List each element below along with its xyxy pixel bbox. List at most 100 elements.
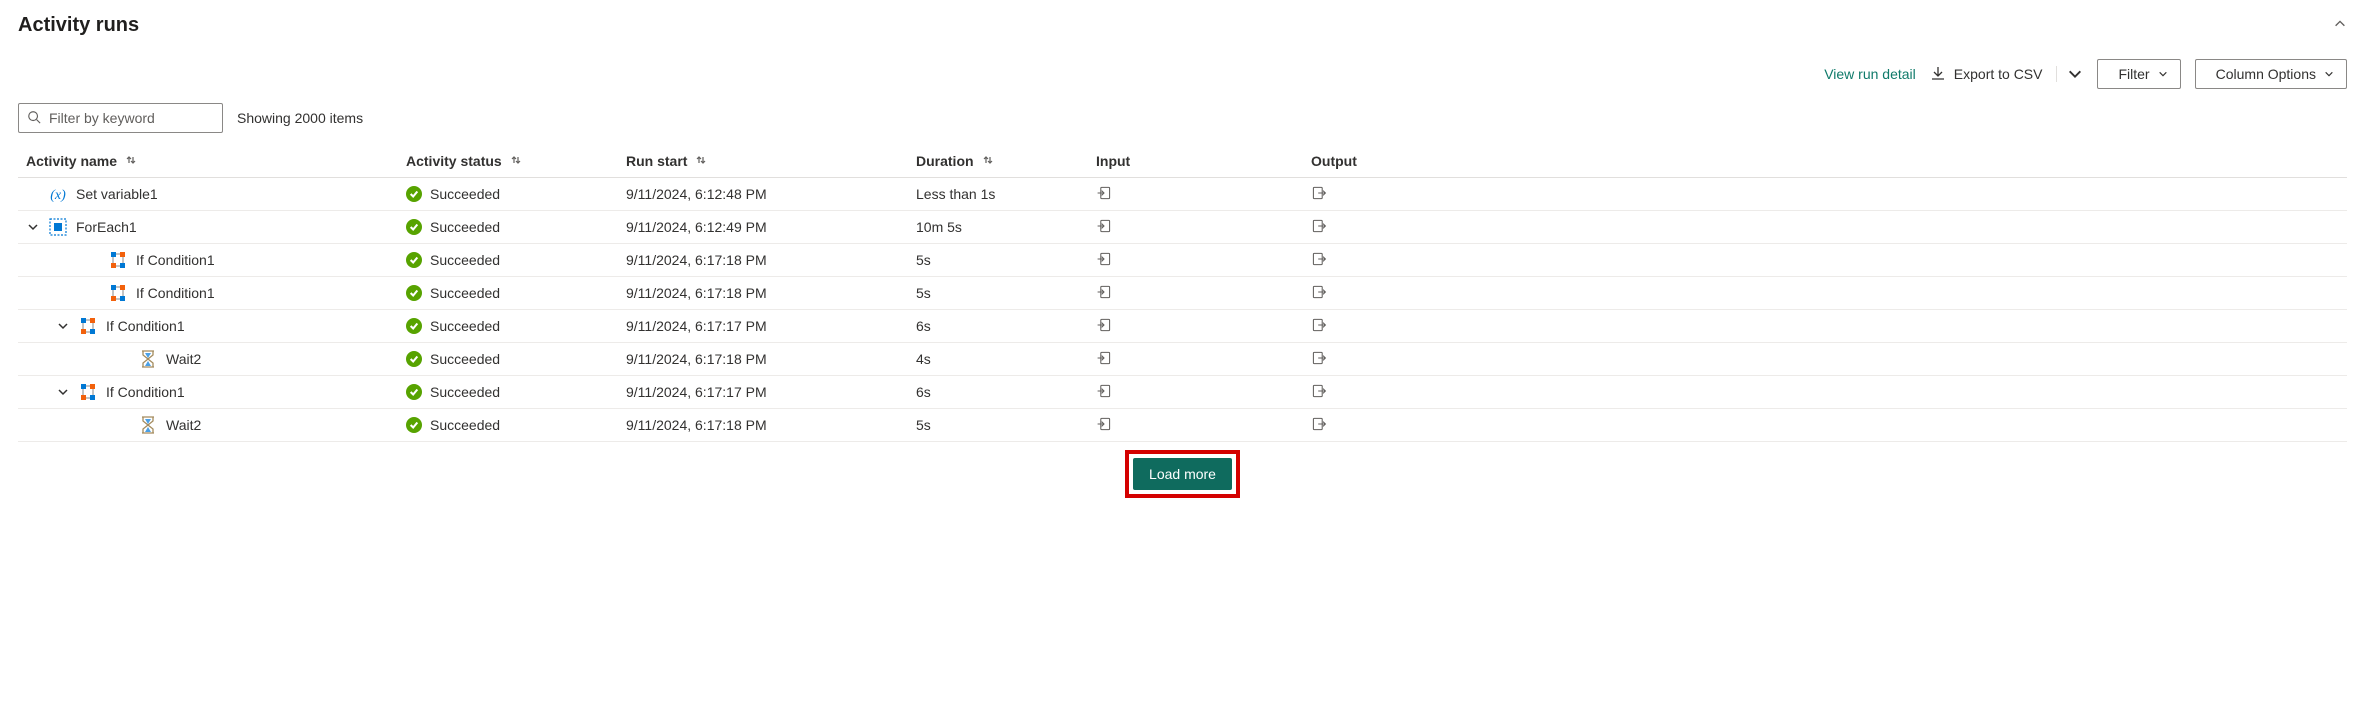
- col-activity-status[interactable]: Activity status: [406, 153, 626, 169]
- duration-text: 5s: [916, 285, 1096, 301]
- input-link[interactable]: [1096, 251, 1311, 270]
- output-link[interactable]: [1311, 317, 1526, 336]
- sort-icon: [510, 153, 522, 169]
- run-start-text: 9/11/2024, 6:17:18 PM: [626, 417, 916, 433]
- duration-text: 4s: [916, 351, 1096, 367]
- table-row[interactable]: If Condition1 Succeeded 9/11/2024, 6:17:18…: [18, 277, 2347, 310]
- output-link[interactable]: [1311, 251, 1526, 270]
- table-row[interactable]: If Condition1Succeeded9/11/2024, 6:17:18…: [18, 244, 2347, 277]
- row-expander[interactable]: [26, 221, 40, 233]
- export-csv-dropdown[interactable]: [2056, 66, 2083, 82]
- output-link[interactable]: [1311, 284, 1526, 303]
- row-expander[interactable]: [56, 320, 70, 332]
- sort-icon: [125, 153, 137, 169]
- filter-label: Filter: [2118, 66, 2149, 82]
- success-icon: [406, 417, 422, 433]
- activity-name-text: Wait2: [166, 351, 201, 367]
- status-text: Succeeded: [430, 351, 500, 367]
- status-text: Succeeded: [430, 318, 500, 334]
- success-icon: [406, 318, 422, 334]
- success-icon: [406, 219, 422, 235]
- activity-name-text: If Condition1: [136, 285, 215, 301]
- download-icon: [1930, 65, 1946, 84]
- col-run-start[interactable]: Run start: [626, 153, 916, 169]
- success-icon: [406, 285, 422, 301]
- col-label: Output: [1311, 153, 1357, 169]
- search-icon: [27, 110, 41, 127]
- duration-text: Less than 1s: [916, 186, 1096, 202]
- page-title: Activity runs: [18, 14, 139, 37]
- success-icon: [406, 351, 422, 367]
- column-options-label: Column Options: [2216, 66, 2316, 82]
- table-row[interactable]: Wait2 Succeeded 9/11/2024, 6:17:18 PM4s: [18, 343, 2347, 376]
- duration-text: 6s: [916, 384, 1096, 400]
- column-options-button[interactable]: Column Options: [2195, 59, 2347, 89]
- export-csv-button[interactable]: Export to CSV: [1930, 65, 2043, 84]
- duration-text: 6s: [916, 318, 1096, 334]
- table-row[interactable]: Wait2 Succeeded 9/11/2024, 6:17:18 PM5s: [18, 409, 2347, 442]
- run-start-text: 9/11/2024, 6:17:18 PM: [626, 252, 916, 268]
- ifcond-icon: [78, 316, 98, 336]
- col-label: Input: [1096, 153, 1130, 169]
- run-start-text: 9/11/2024, 6:17:17 PM: [626, 384, 916, 400]
- search-box[interactable]: [18, 103, 223, 133]
- col-label: Activity status: [406, 153, 502, 169]
- col-label: Activity name: [26, 153, 117, 169]
- output-link[interactable]: [1311, 185, 1526, 204]
- status-text: Succeeded: [430, 384, 500, 400]
- status-text: Succeeded: [430, 186, 500, 202]
- input-link[interactable]: [1096, 383, 1311, 402]
- activity-name-text: Wait2: [166, 417, 201, 433]
- variable-icon: [48, 184, 68, 204]
- status-text: Succeeded: [430, 285, 500, 301]
- foreach-icon: [48, 217, 68, 237]
- duration-text: 5s: [916, 252, 1096, 268]
- wait-icon: [138, 349, 158, 369]
- table-row[interactable]: ForEach1Succeeded9/11/2024, 6:12:49 PM10…: [18, 211, 2347, 244]
- output-link[interactable]: [1311, 383, 1526, 402]
- success-icon: [406, 384, 422, 400]
- view-run-detail-link[interactable]: View run detail: [1824, 66, 1916, 82]
- activity-name-text: Set variable1: [76, 186, 158, 202]
- wait-icon: [138, 415, 158, 435]
- input-link[interactable]: [1096, 416, 1311, 435]
- col-label: Run start: [626, 153, 687, 169]
- row-expander[interactable]: [56, 386, 70, 398]
- input-link[interactable]: [1096, 317, 1311, 336]
- table-row[interactable]: Set variable1 Succeeded 9/11/2024, 6:12:48…: [18, 178, 2347, 211]
- input-link[interactable]: [1096, 185, 1311, 204]
- input-link[interactable]: [1096, 350, 1311, 369]
- input-link[interactable]: [1096, 284, 1311, 303]
- col-duration[interactable]: Duration: [916, 153, 1096, 169]
- status-text: Succeeded: [430, 219, 500, 235]
- output-link[interactable]: [1311, 218, 1526, 237]
- run-start-text: 9/11/2024, 6:17:18 PM: [626, 285, 916, 301]
- ifcond-icon: [108, 283, 128, 303]
- load-more-button[interactable]: Load more: [1133, 458, 1232, 490]
- table-row[interactable]: If Condition1Succeeded9/11/2024, 6:17:17…: [18, 376, 2347, 409]
- run-start-text: 9/11/2024, 6:12:49 PM: [626, 219, 916, 235]
- table-row[interactable]: If Condition1Succeeded9/11/2024, 6:17:17…: [18, 310, 2347, 343]
- ifcond-icon: [108, 250, 128, 270]
- annotation-highlight: Load more: [1125, 450, 1240, 498]
- search-input[interactable]: [47, 109, 214, 127]
- output-link[interactable]: [1311, 350, 1526, 369]
- col-input[interactable]: Input: [1096, 153, 1311, 169]
- success-icon: [406, 252, 422, 268]
- output-link[interactable]: [1311, 416, 1526, 435]
- filter-button[interactable]: Filter: [2097, 59, 2180, 89]
- run-start-text: 9/11/2024, 6:12:48 PM: [626, 186, 916, 202]
- export-csv-label: Export to CSV: [1954, 66, 2043, 82]
- run-start-text: 9/11/2024, 6:17:18 PM: [626, 351, 916, 367]
- sort-icon: [982, 153, 994, 169]
- col-output[interactable]: Output: [1311, 153, 1526, 169]
- duration-text: 5s: [916, 417, 1096, 433]
- col-activity-name[interactable]: Activity name: [26, 153, 406, 169]
- status-text: Succeeded: [430, 252, 500, 268]
- collapse-panel-button[interactable]: [2333, 17, 2347, 34]
- chevron-down-icon: [2067, 66, 2083, 82]
- status-text: Succeeded: [430, 417, 500, 433]
- input-link[interactable]: [1096, 218, 1311, 237]
- table-header-row: Activity name Activity status Run start …: [18, 145, 2347, 178]
- col-label: Duration: [916, 153, 974, 169]
